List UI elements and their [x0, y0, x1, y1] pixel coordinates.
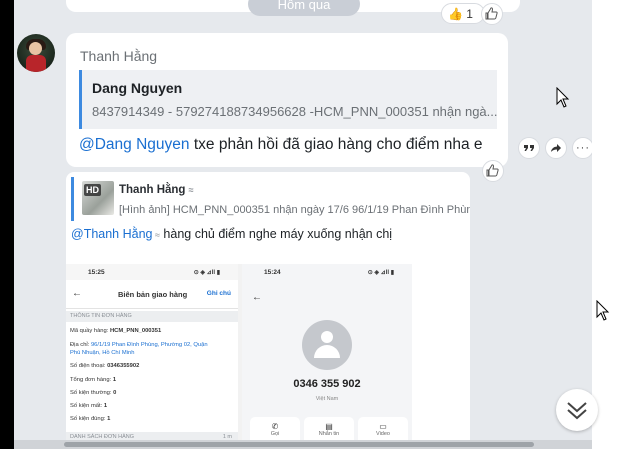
quote-button[interactable] — [518, 137, 540, 159]
flag-icon: ≈ — [188, 185, 194, 195]
quoted-text: [Hình ảnh] HCM_PNN_000351 nhận ngày 17/6… — [119, 204, 470, 216]
quoted-text: 8437914349 - 579274188734956628 -HCM_PNN… — [92, 104, 498, 119]
contact-avatar-icon — [302, 320, 352, 370]
quoted-author: Thanh Hằng ≈ — [119, 184, 194, 196]
image-message-bubble: HD Thanh Hằng ≈ [Hình ảnh] HCM_PNN_00035… — [66, 172, 470, 449]
forward-icon — [551, 144, 561, 152]
like-button[interactable] — [481, 3, 503, 25]
more-icon: ··· — [576, 142, 590, 154]
reaction-count: 1 — [466, 7, 473, 21]
forward-button[interactable] — [545, 137, 567, 159]
attached-image[interactable]: 15:25 ⊙ ◈ ⊿ll ▮ ← Biên bản giao hàng Ghi… — [66, 264, 412, 449]
flag-icon: ≈ — [152, 230, 160, 240]
back-arrow-icon: ← — [252, 292, 262, 303]
phone-icon: ✆ — [271, 422, 279, 431]
mention-link[interactable]: @Thanh Hằng — [71, 227, 153, 241]
scroll-to-bottom-button[interactable] — [556, 389, 598, 431]
message-bubble: Thanh Hằng Dang Nguyen 8437914349 - 5792… — [66, 33, 508, 167]
horizontal-scrollbar[interactable] — [14, 440, 592, 449]
more-button[interactable]: ··· — [572, 137, 592, 159]
message-text: @Thanh Hằng ≈ hàng chủ điểm nghe máy xuố… — [71, 227, 392, 241]
quoted-author: Dang Nguyen — [92, 80, 183, 96]
back-arrow-icon: ← — [72, 288, 82, 299]
message-text: @Dang Nguyen txe phản hồi đã giao hàng c… — [79, 136, 483, 154]
contact-screenshot: 15:24 ⊙ ◈ ⊿ll ▮ ← 0346 355 902 Việt Nam … — [242, 264, 412, 449]
mouse-cursor-icon — [596, 300, 610, 321]
quoted-message[interactable]: HD Thanh Hằng ≈ [Hình ảnh] HCM_PNN_00035… — [71, 177, 470, 221]
quoted-message[interactable]: Dang Nguyen 8437914349 - 579274188734956… — [79, 70, 498, 129]
mouse-cursor-icon — [556, 87, 570, 108]
delivery-report-screenshot: 15:25 ⊙ ◈ ⊿ll ▮ ← Biên bản giao hàng Ghi… — [66, 264, 238, 449]
thumbs-up-emoji-icon: 👍 — [448, 7, 463, 21]
scrollbar-thumb[interactable] — [64, 442, 534, 447]
thumbs-up-icon — [486, 164, 499, 177]
like-button[interactable] — [482, 160, 504, 182]
sender-name: Thanh Hằng — [80, 48, 158, 64]
phone-number: 0346 355 902 — [293, 378, 361, 390]
reaction-badge[interactable]: 👍 1 — [441, 3, 485, 24]
right-panel — [592, 0, 633, 449]
hd-badge: HD — [84, 184, 101, 196]
message-body: txe phản hồi đã giao hàng cho điểm nha e — [189, 136, 483, 153]
message-icon: ▤ — [325, 422, 333, 431]
mention-link[interactable]: @Dang Nguyen — [79, 136, 190, 153]
quoted-image-thumbnail: HD — [82, 181, 114, 215]
thumbs-up-icon — [485, 7, 498, 20]
video-icon: ▭ — [379, 422, 387, 431]
message-body: hàng chủ điểm nghe máy xuống nhận chị — [159, 227, 393, 241]
avatar[interactable] — [17, 34, 55, 72]
double-chevron-down-icon — [567, 402, 587, 420]
country-label: Việt Nam — [315, 396, 339, 402]
chat-area: Hôm qua 👍 1 Thanh Hằng Dang Nguyen 84379… — [14, 0, 592, 449]
quote-icon — [524, 145, 534, 151]
date-divider: Hôm qua — [248, 0, 360, 16]
